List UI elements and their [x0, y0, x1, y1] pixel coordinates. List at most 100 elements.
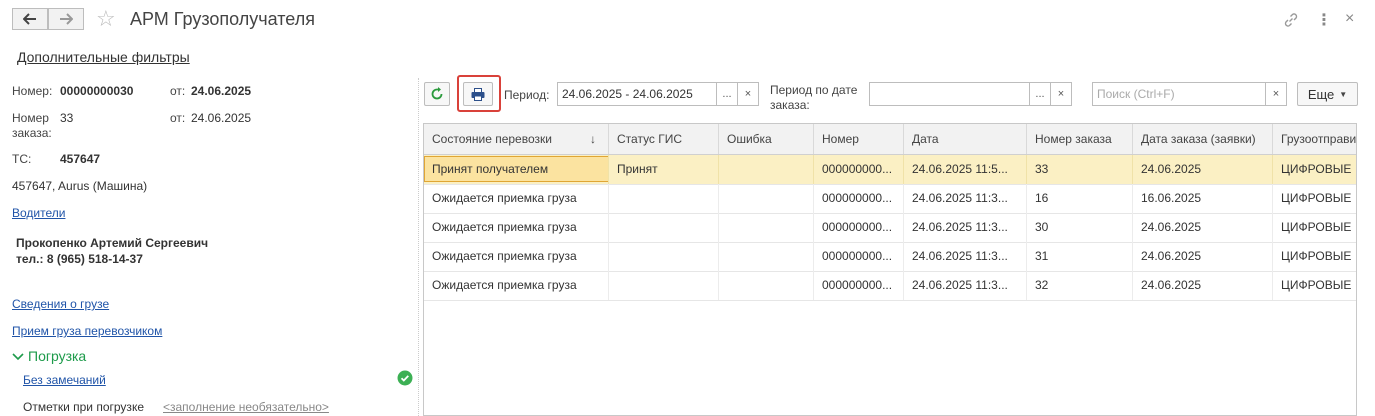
cell-shipper[interactable]: ЦИФРОВЫЕ — [1273, 271, 1356, 300]
cell-order-date[interactable]: 24.06.2025 — [1133, 271, 1273, 300]
period-label: Период: — [504, 88, 550, 102]
table-row[interactable]: Ожидается приемка груза 000000000... 24.06… — [424, 213, 1356, 243]
col-header-number[interactable]: Номер — [814, 124, 904, 154]
cell-gis-status[interactable] — [609, 271, 719, 300]
loading-section-title: Погрузка — [28, 348, 87, 364]
more-vertical-icon[interactable]: ⋮ — [1316, 10, 1332, 30]
cell-shipper[interactable]: ЦИФРОВЫЕ — [1273, 155, 1356, 184]
forward-button[interactable] — [48, 8, 84, 30]
period-clear-button[interactable]: × — [737, 82, 759, 106]
order-from-label: от: — [170, 111, 186, 125]
no-remarks-link[interactable]: Без замечаний — [23, 373, 106, 387]
cell-order-date[interactable]: 24.06.2025 — [1133, 213, 1273, 242]
ts-label: ТС: — [12, 152, 32, 166]
cell-shipper[interactable]: ЦИФРОВЫЕ — [1273, 242, 1356, 271]
cell-gis-status[interactable] — [609, 213, 719, 242]
period-select-button[interactable]: ... — [716, 82, 738, 106]
sort-desc-icon: ↓ — [590, 132, 596, 146]
col-header-date[interactable]: Дата — [904, 124, 1027, 154]
refresh-icon — [431, 87, 443, 100]
table-row[interactable]: Ожидается приемка груза 000000000... 24.06… — [424, 242, 1356, 272]
cell-error[interactable] — [719, 155, 814, 184]
number-value: 00000000030 — [60, 84, 134, 98]
loading-marks-input[interactable]: <заполнение необязательно> — [163, 400, 329, 414]
cell-date[interactable]: 24.06.2025 11:3... — [904, 213, 1027, 242]
cell-number[interactable]: 000000000... — [814, 213, 904, 242]
number-label: Номер: — [12, 84, 53, 98]
cell-error[interactable] — [719, 213, 814, 242]
cell-error[interactable] — [719, 271, 814, 300]
order-period-input[interactable] — [869, 82, 1030, 106]
order-label-2: заказа: — [12, 126, 52, 140]
cell-status[interactable]: Ожидается приемка груза — [424, 184, 609, 213]
period-input[interactable]: 24.06.2025 - 24.06.2025 — [557, 82, 717, 106]
cell-order-number[interactable]: 32 — [1027, 271, 1133, 300]
drivers-link[interactable]: Водители — [12, 206, 65, 220]
table-row[interactable]: Принят получателем Принят 000000000... 24.0… — [424, 155, 1356, 185]
col-header-status[interactable]: Состояние перевозки ↓ — [424, 124, 609, 154]
cargo-info-link[interactable]: Сведения о грузе — [12, 297, 109, 311]
cell-order-date[interactable]: 24.06.2025 — [1133, 242, 1273, 271]
cell-status[interactable]: Принят получателем — [424, 155, 609, 184]
cell-number[interactable]: 000000000... — [814, 242, 904, 271]
order-value: 33 — [60, 111, 74, 125]
cell-order-date[interactable]: 16.06.2025 — [1133, 184, 1273, 213]
cell-error[interactable] — [719, 184, 814, 213]
cell-order-number[interactable]: 33 — [1027, 155, 1133, 184]
cell-date[interactable]: 24.06.2025 11:3... — [904, 271, 1027, 300]
cell-number[interactable]: 000000000... — [814, 271, 904, 300]
chevron-down-icon — [12, 353, 24, 361]
table-header: Состояние перевозки ↓ Статус ГИС Ошибка … — [424, 124, 1356, 155]
search-clear-button[interactable]: × — [1265, 82, 1287, 106]
cell-status[interactable]: Ожидается приемка груза — [424, 242, 609, 271]
shipments-table[interactable]: Состояние перевозки ↓ Статус ГИС Ошибка … — [423, 123, 1357, 416]
cell-gis-status[interactable] — [609, 184, 719, 213]
order-period-label-2: заказа: — [770, 98, 810, 112]
cell-order-number[interactable]: 16 — [1027, 184, 1133, 213]
refresh-button[interactable] — [424, 82, 450, 106]
cell-gis-status[interactable] — [609, 242, 719, 271]
cell-status[interactable]: Ожидается приемка груза — [424, 213, 609, 242]
driver-phone: тел.: 8 (965) 518-14-37 — [16, 252, 143, 266]
link-icon[interactable] — [1283, 12, 1299, 28]
col-header-shipper[interactable]: Грузоотправи — [1273, 124, 1356, 154]
from-value: 24.06.2025 — [191, 84, 252, 98]
order-period-select-button[interactable]: ... — [1029, 82, 1051, 106]
cell-error[interactable] — [719, 242, 814, 271]
loading-marks-label: Отметки при погрузке — [23, 400, 144, 414]
cell-date[interactable]: 24.06.2025 11:5... — [904, 155, 1027, 184]
cell-date[interactable]: 24.06.2025 11:3... — [904, 242, 1027, 271]
cell-shipper[interactable]: ЦИФРОВЫЕ — [1273, 213, 1356, 242]
close-icon[interactable]: × — [1345, 10, 1354, 28]
order-label-1: Номер — [12, 111, 49, 125]
cell-order-number[interactable]: 31 — [1027, 242, 1133, 271]
search-input[interactable]: Поиск (Ctrl+F) — [1092, 82, 1266, 106]
order-period-clear-button[interactable]: × — [1050, 82, 1072, 106]
order-from-value: 24.06.2025 — [191, 111, 252, 125]
col-header-gis-status[interactable]: Статус ГИС — [609, 124, 719, 154]
print-button-highlight — [457, 75, 501, 112]
col-header-order-number[interactable]: Номер заказа — [1027, 124, 1133, 154]
more-button[interactable]: Еще ▼ — [1297, 82, 1358, 106]
back-button[interactable] — [12, 8, 48, 30]
additional-filters-link[interactable]: Дополнительные фильтры — [17, 49, 190, 65]
loading-section-toggle[interactable]: Погрузка — [12, 348, 86, 364]
cell-date[interactable]: 24.06.2025 11:3... — [904, 184, 1027, 213]
carrier-accept-link[interactable]: Прием груза перевозчиком — [12, 324, 162, 338]
col-header-order-date[interactable]: Дата заказа (заявки) — [1133, 124, 1273, 154]
cell-order-date[interactable]: 24.06.2025 — [1133, 155, 1273, 184]
col-header-error[interactable]: Ошибка — [719, 124, 814, 154]
cell-status[interactable]: Ожидается приемка груза — [424, 271, 609, 300]
cell-number[interactable]: 000000000... — [814, 155, 904, 184]
table-row[interactable]: Ожидается приемка груза 000000000... 24.06… — [424, 271, 1356, 301]
arrow-left-icon — [23, 13, 36, 25]
cell-number[interactable]: 000000000... — [814, 184, 904, 213]
cell-gis-status[interactable]: Принят — [609, 155, 719, 184]
panel-divider — [418, 78, 419, 416]
arrow-right-icon — [60, 13, 73, 25]
page-title: АРМ Грузополучателя — [130, 9, 315, 29]
cell-shipper[interactable]: ЦИФРОВЫЕ — [1273, 184, 1356, 213]
cell-order-number[interactable]: 30 — [1027, 213, 1133, 242]
favorite-star-icon[interactable]: ☆ — [96, 8, 116, 30]
table-row[interactable]: Ожидается приемка груза 000000000... 24.06… — [424, 184, 1356, 214]
